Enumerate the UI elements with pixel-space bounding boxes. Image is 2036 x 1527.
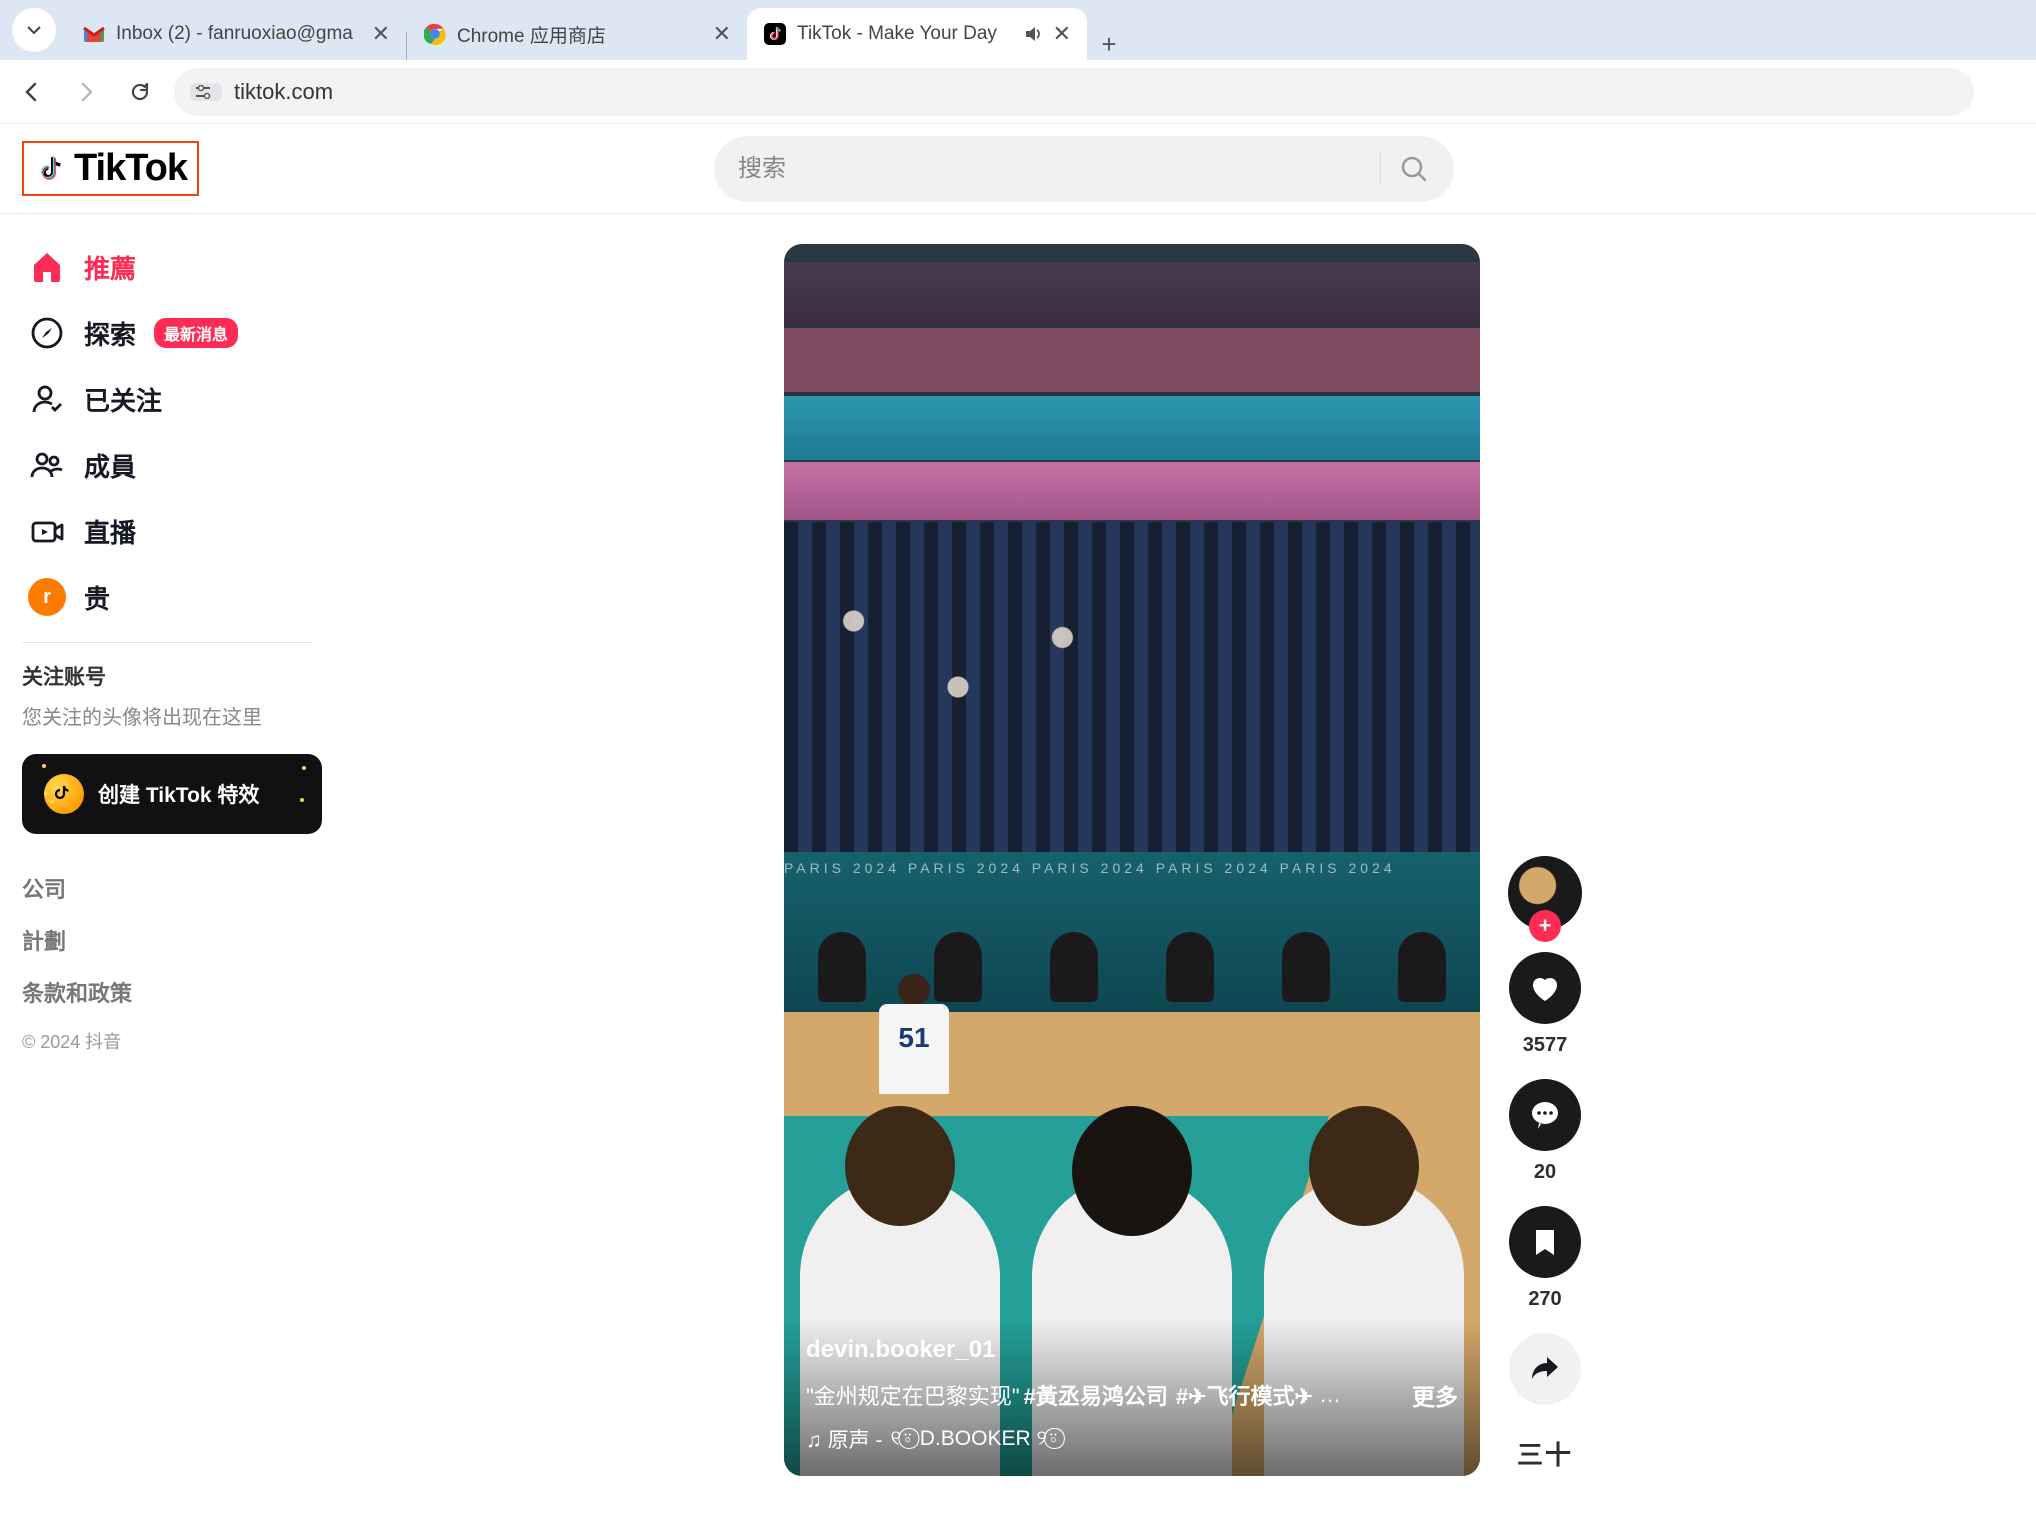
search-bar[interactable] (714, 136, 1454, 202)
video-caption[interactable]: "金州规定在巴黎实现" #黃丞易鸿公司 #✈飞行模式✈ … 更多 (806, 1378, 1458, 1412)
home-icon (28, 248, 66, 286)
video-username[interactable]: devin.booker_01 (806, 1336, 1458, 1364)
new-tab-button[interactable]: + (1087, 29, 1131, 60)
tab-title: TikTok - Make Your Day (797, 23, 1013, 45)
bookmark-count: 270 (1528, 1288, 1561, 1311)
tiktok-header: TikTok (0, 124, 2036, 214)
music-note-icon: ♫ 原声 - (806, 1424, 882, 1454)
site-settings-icon[interactable] (190, 83, 222, 101)
sidebar-label: 推薦 (84, 249, 136, 286)
user-check-icon (28, 380, 66, 418)
profile-avatar: r (28, 578, 66, 616)
hashtag[interactable]: #✈飞行模式✈ (1176, 1379, 1313, 1411)
chevron-down-icon (26, 22, 42, 38)
footer-plan[interactable]: 計劃 (22, 924, 322, 956)
following-heading: 关注账号 (22, 661, 322, 691)
arrow-left-icon (20, 80, 44, 104)
video-content (784, 244, 1480, 1476)
sidebar: 推薦 探索 最新消息 已关注 成員 直播 r (0, 214, 330, 1476)
more-options[interactable]: 三十 (1517, 1435, 1573, 1472)
share-icon (1528, 1352, 1562, 1386)
effects-icon (44, 774, 84, 814)
expand-caption-button[interactable]: 更多 (1412, 1378, 1458, 1412)
video-info-overlay: devin.booker_01 "金州规定在巴黎实现" #黃丞易鸿公司 #✈飞行… (784, 1318, 1480, 1476)
sidebar-label: 成員 (84, 447, 136, 484)
tiktok-note-icon (34, 152, 68, 186)
close-icon[interactable]: ✕ (372, 21, 390, 47)
sidebar-item-profile[interactable]: r 贵 (22, 564, 322, 630)
hashtag[interactable]: #黃丞易鸿公司 (1024, 1379, 1168, 1411)
video-sound[interactable]: ♫ 原声 - ୧⍤⃝ D.BOOKER ୨⍤⃝ (806, 1424, 1458, 1454)
live-icon (28, 512, 66, 550)
video-player[interactable]: devin.booker_01 "金州规定在巴黎实现" #黃丞易鸿公司 #✈飞行… (784, 244, 1480, 1476)
chrome-store-icon (423, 22, 447, 46)
heart-icon (1527, 970, 1563, 1006)
follow-button[interactable]: + (1529, 910, 1561, 942)
tab-chrome-store[interactable]: Chrome 应用商店 ✕ (407, 8, 747, 60)
audio-icon[interactable] (1023, 24, 1043, 44)
sidebar-item-following[interactable]: 已关注 (22, 366, 322, 432)
comment-button[interactable]: 20 (1509, 1079, 1581, 1184)
video-feed: devin.booker_01 "金州规定在巴黎实现" #黃丞易鸿公司 #✈飞行… (330, 214, 2036, 1476)
url-input[interactable]: tiktok.com (174, 68, 1974, 116)
close-icon[interactable]: ✕ (1053, 21, 1071, 47)
back-button[interactable] (12, 72, 52, 112)
close-icon[interactable]: ✕ (713, 21, 731, 47)
new-badge: 最新消息 (154, 318, 238, 348)
tabs-dropdown-button[interactable] (12, 8, 56, 52)
comment-icon (1527, 1097, 1563, 1133)
tiktok-logo[interactable]: TikTok (22, 141, 199, 196)
tab-gmail[interactable]: Inbox (2) - fanruoxiao@gma ✕ (66, 8, 406, 60)
address-bar: tiktok.com (0, 60, 2036, 124)
sound-name: ୧⍤⃝ D.BOOKER ୨⍤⃝ (890, 1427, 1059, 1451)
sidebar-item-live[interactable]: 直播 (22, 498, 322, 564)
like-button[interactable]: 3577 (1509, 952, 1581, 1057)
author-avatar[interactable]: + (1508, 856, 1582, 930)
sidebar-item-recommend[interactable]: 推薦 (22, 234, 322, 300)
footer-company[interactable]: 公司 (22, 872, 322, 904)
bookmark-icon (1529, 1226, 1561, 1258)
sidebar-footer: 公司 計劃 条款和政策 © 2024 抖音 (22, 872, 322, 1054)
logo-text: TikTok (74, 147, 187, 190)
tab-title: Chrome 应用商店 (457, 21, 703, 48)
bookmark-button[interactable]: 270 (1509, 1206, 1581, 1311)
video-action-rail: + 3577 20 2 (1508, 856, 1582, 1476)
search-button[interactable] (1380, 154, 1430, 184)
share-button[interactable] (1509, 1333, 1581, 1405)
following-empty-text: 您关注的头像将出现在这里 (22, 701, 322, 730)
footer-copyright: © 2024 抖音 (22, 1028, 322, 1054)
sidebar-label: 已关注 (84, 381, 162, 418)
sidebar-item-explore[interactable]: 探索 最新消息 (22, 300, 322, 366)
divider (22, 642, 312, 643)
reload-button[interactable] (120, 72, 160, 112)
tab-title: Inbox (2) - fanruoxiao@gma (116, 23, 362, 45)
search-input[interactable] (738, 155, 1380, 183)
users-icon (28, 446, 66, 484)
url-text: tiktok.com (234, 79, 333, 105)
sidebar-label: 探索 (84, 315, 136, 352)
create-effects-button[interactable]: 创建 TikTok 特效 (22, 754, 322, 834)
forward-button[interactable] (66, 72, 106, 112)
reload-icon (128, 80, 152, 104)
browser-tab-strip: Inbox (2) - fanruoxiao@gma ✕ Chrome 应用商店… (0, 0, 2036, 60)
search-icon (1399, 154, 1429, 184)
compass-icon (28, 314, 66, 352)
sidebar-label: 直播 (84, 513, 136, 550)
like-count: 3577 (1523, 1034, 1568, 1057)
comment-count: 20 (1534, 1161, 1556, 1184)
gmail-icon (82, 22, 106, 46)
sidebar-label: 贵 (84, 579, 110, 616)
footer-terms[interactable]: 条款和政策 (22, 976, 322, 1008)
create-effects-label: 创建 TikTok 特效 (98, 779, 259, 809)
sidebar-item-friends[interactable]: 成員 (22, 432, 322, 498)
tab-tiktok[interactable]: TikTok - Make Your Day ✕ (747, 8, 1087, 60)
arrow-right-icon (74, 80, 98, 104)
tiktok-icon (763, 22, 787, 46)
